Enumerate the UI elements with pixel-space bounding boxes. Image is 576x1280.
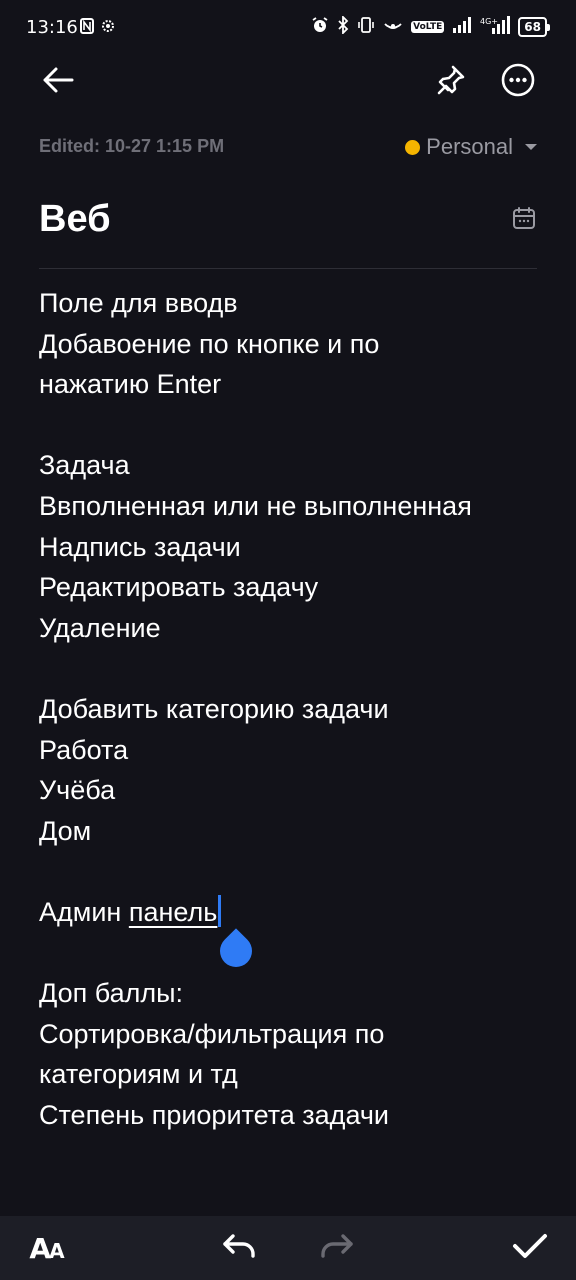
redo-button[interactable] <box>314 1226 358 1270</box>
pin-button[interactable] <box>428 60 472 104</box>
note-line: Задача <box>39 450 130 481</box>
back-button[interactable] <box>36 60 80 104</box>
note-body-editor[interactable]: Поле для вводв Добавоение по кнопке и по н… <box>39 283 539 1135</box>
note-line: Надпись задачи <box>39 531 241 562</box>
note-line: Добавоение по кнопке и по <box>39 328 380 359</box>
status-bar: 13:16 VoLTE 4G+ 68 <box>0 0 576 56</box>
alarm-icon <box>311 16 329 38</box>
text-format-button[interactable]: AA <box>24 1226 68 1270</box>
note-line-admin: Админ панель <box>39 892 539 933</box>
calendar-icon <box>512 207 536 234</box>
note-line <box>39 851 539 892</box>
note-line: Редактировать задачу <box>39 572 319 603</box>
signal-icon <box>452 17 472 37</box>
status-right-icons: VoLTE 4G+ 68 <box>311 14 550 38</box>
note-line: Работа <box>39 734 129 765</box>
folder-color-dot <box>405 139 421 155</box>
edited-timestamp: Edited: 10-27 1:15 PM <box>39 136 225 156</box>
undo-icon <box>221 1232 259 1265</box>
note-lines-before: Поле для вводв Добавоение по кнопке и по н… <box>39 283 539 892</box>
folder-selector[interactable]: Personal <box>405 134 537 160</box>
vibrate-icon <box>357 16 375 38</box>
note-line: нажатию Enter <box>39 369 222 400</box>
text-cursor <box>218 894 222 927</box>
note-line: Сортировка/фильтрация по <box>39 1018 385 1049</box>
redo-icon <box>317 1232 355 1265</box>
editor-bottom-bar: AA <box>0 1216 576 1280</box>
battery-tip <box>547 23 550 31</box>
more-options-button[interactable] <box>496 60 540 104</box>
bluetooth-icon <box>337 14 349 38</box>
note-line: Ввполненная или не выполненная <box>39 490 472 521</box>
status-left-icons <box>80 18 116 38</box>
note-line: категориям и тд <box>39 1059 238 1090</box>
note-meta-row: Edited: 10-27 1:15 PM Personal <box>39 134 537 160</box>
title-divider <box>39 268 537 269</box>
note-toolbar <box>0 56 576 106</box>
format-label-large: A <box>29 1231 51 1265</box>
battery-indicator: 68 <box>518 17 550 37</box>
battery-level: 68 <box>518 17 547 37</box>
note-title[interactable]: Веб <box>39 196 111 242</box>
note-line: Удаление <box>39 612 161 643</box>
reminder-button[interactable] <box>512 206 538 232</box>
note-line <box>39 648 539 689</box>
note-line: Дом <box>39 815 92 846</box>
note-line: Учёба <box>39 775 116 806</box>
note-line <box>39 405 539 446</box>
arrow-left-icon <box>42 66 74 99</box>
format-label-small: A <box>49 1238 65 1263</box>
volte-badge: VoLTE <box>411 21 445 33</box>
settings-gear-icon <box>100 18 116 38</box>
signal-4g-icon: 4G+ <box>480 16 511 38</box>
checkmark-icon <box>512 1232 548 1265</box>
hotspot-icon <box>383 16 403 38</box>
folder-label: Personal <box>426 134 513 159</box>
undo-button[interactable] <box>218 1226 262 1270</box>
admin-word: Админ <box>39 896 122 927</box>
note-lines-after: Доп баллы: Сортировка/фильтрация по катего… <box>39 933 539 1136</box>
svg-text:4G+: 4G+ <box>480 17 498 26</box>
note-line: Доп баллы: <box>39 978 184 1009</box>
more-icon <box>501 63 535 102</box>
note-line <box>39 933 539 974</box>
nfc-icon <box>80 18 94 38</box>
pin-icon <box>434 64 466 101</box>
admin-underlined-word: панель <box>128 896 218 927</box>
note-line: Степень приоритета задачи <box>39 1099 390 1130</box>
note-line: Добавить категорию задачи <box>39 693 389 724</box>
text-format-icon: AA <box>29 1231 65 1265</box>
done-button[interactable] <box>508 1226 552 1270</box>
status-time: 13:16 <box>26 17 78 38</box>
note-line: Поле для вводв <box>39 288 238 318</box>
chevron-down-icon <box>525 144 537 150</box>
